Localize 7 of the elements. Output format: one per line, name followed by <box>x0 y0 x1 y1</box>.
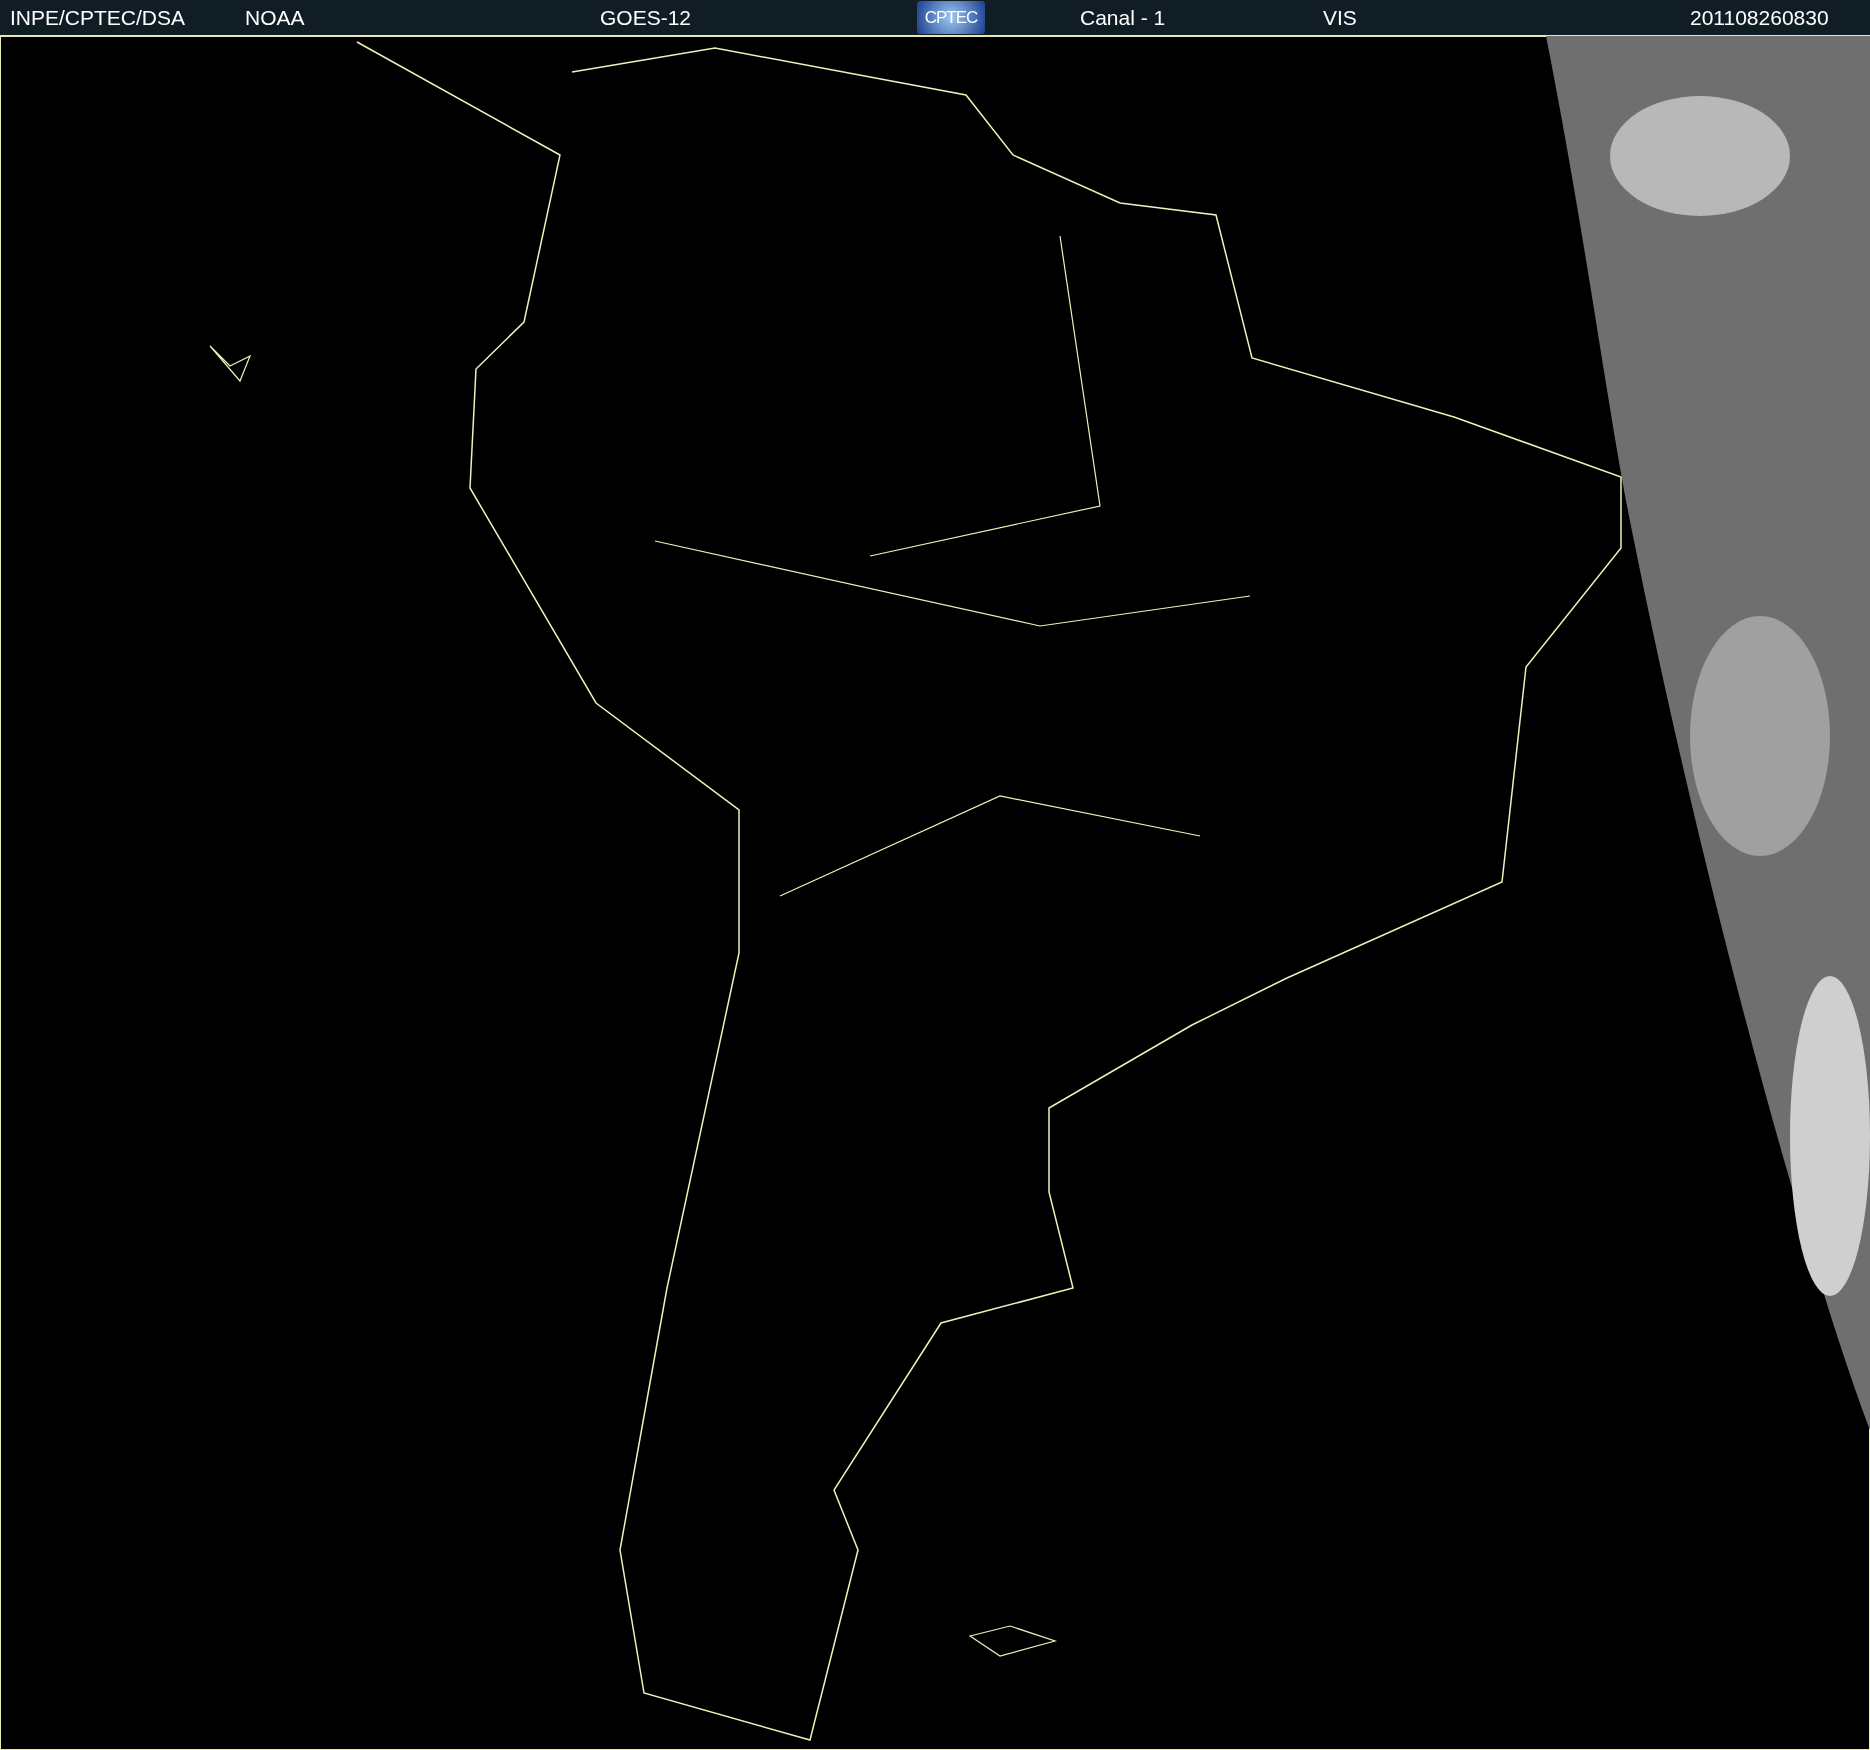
header-label: 201108260830 <box>1690 6 1829 30</box>
header-label: Canal - 1 <box>1080 6 1166 30</box>
header-label: INPE/CPTEC/DSA <box>10 6 186 30</box>
header-label: NOAA <box>245 6 305 30</box>
header-label: VIS <box>1323 6 1357 30</box>
logo: CPTEC <box>917 1 985 34</box>
header-label: GOES-12 <box>600 6 692 30</box>
